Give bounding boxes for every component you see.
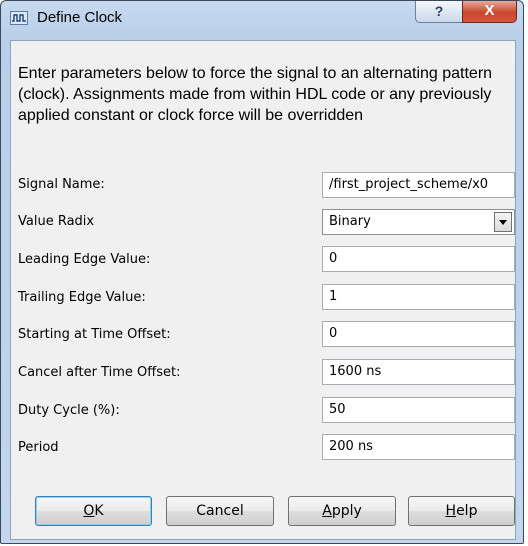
value-radix-selected: Binary (329, 214, 371, 229)
apply-button[interactable]: Apply (288, 496, 396, 526)
duty-cycle-input[interactable]: 50 (322, 397, 515, 423)
help-title-button[interactable]: ? (415, 1, 463, 23)
duty-cycle-label: Duty Cycle (%): (18, 403, 120, 418)
help-label-rest: elp (456, 503, 478, 519)
period-input[interactable]: 200 ns (322, 434, 515, 460)
help-mnemonic: H (445, 503, 457, 519)
start-offset-label: Starting at Time Offset: (18, 327, 171, 342)
description-text: Enter parameters below to force the sign… (18, 65, 493, 124)
trailing-edge-label: Trailing Edge Value: (18, 290, 146, 305)
value-radix-label: Value Radix (18, 214, 95, 229)
dialog-title: Define Clock (37, 9, 123, 26)
leading-edge-input[interactable]: 0 (322, 246, 515, 272)
question-icon: ? (434, 3, 444, 19)
value-radix-select[interactable]: Binary (322, 209, 515, 235)
chevron-down-icon[interactable] (494, 212, 512, 232)
cancel-offset-label: Cancel after Time Offset: (18, 365, 181, 380)
period-label: Period (18, 440, 59, 455)
start-offset-input[interactable]: 0 (322, 321, 515, 347)
cancel-offset-input[interactable]: 1600 ns (322, 359, 515, 385)
leading-edge-label: Leading Edge Value: (18, 252, 151, 267)
clock-wave-icon (10, 11, 28, 25)
ok-button[interactable]: OK (35, 496, 152, 526)
signal-name-label: Signal Name: (18, 177, 105, 192)
apply-label-rest: pply (331, 503, 362, 519)
signal-name-input[interactable]: /first_project_scheme/x0 (322, 172, 515, 198)
cancel-button[interactable]: Cancel (166, 496, 274, 526)
title-bar[interactable]: Define Clock ? X (1, 1, 523, 33)
ok-label-rest: K (94, 503, 104, 519)
close-button[interactable]: X (462, 1, 517, 23)
ok-mnemonic: O (83, 503, 95, 519)
apply-mnemonic: A (322, 503, 332, 519)
help-button[interactable]: Help (408, 496, 515, 526)
trailing-edge-input[interactable]: 1 (322, 284, 515, 310)
close-icon: X (484, 2, 495, 19)
